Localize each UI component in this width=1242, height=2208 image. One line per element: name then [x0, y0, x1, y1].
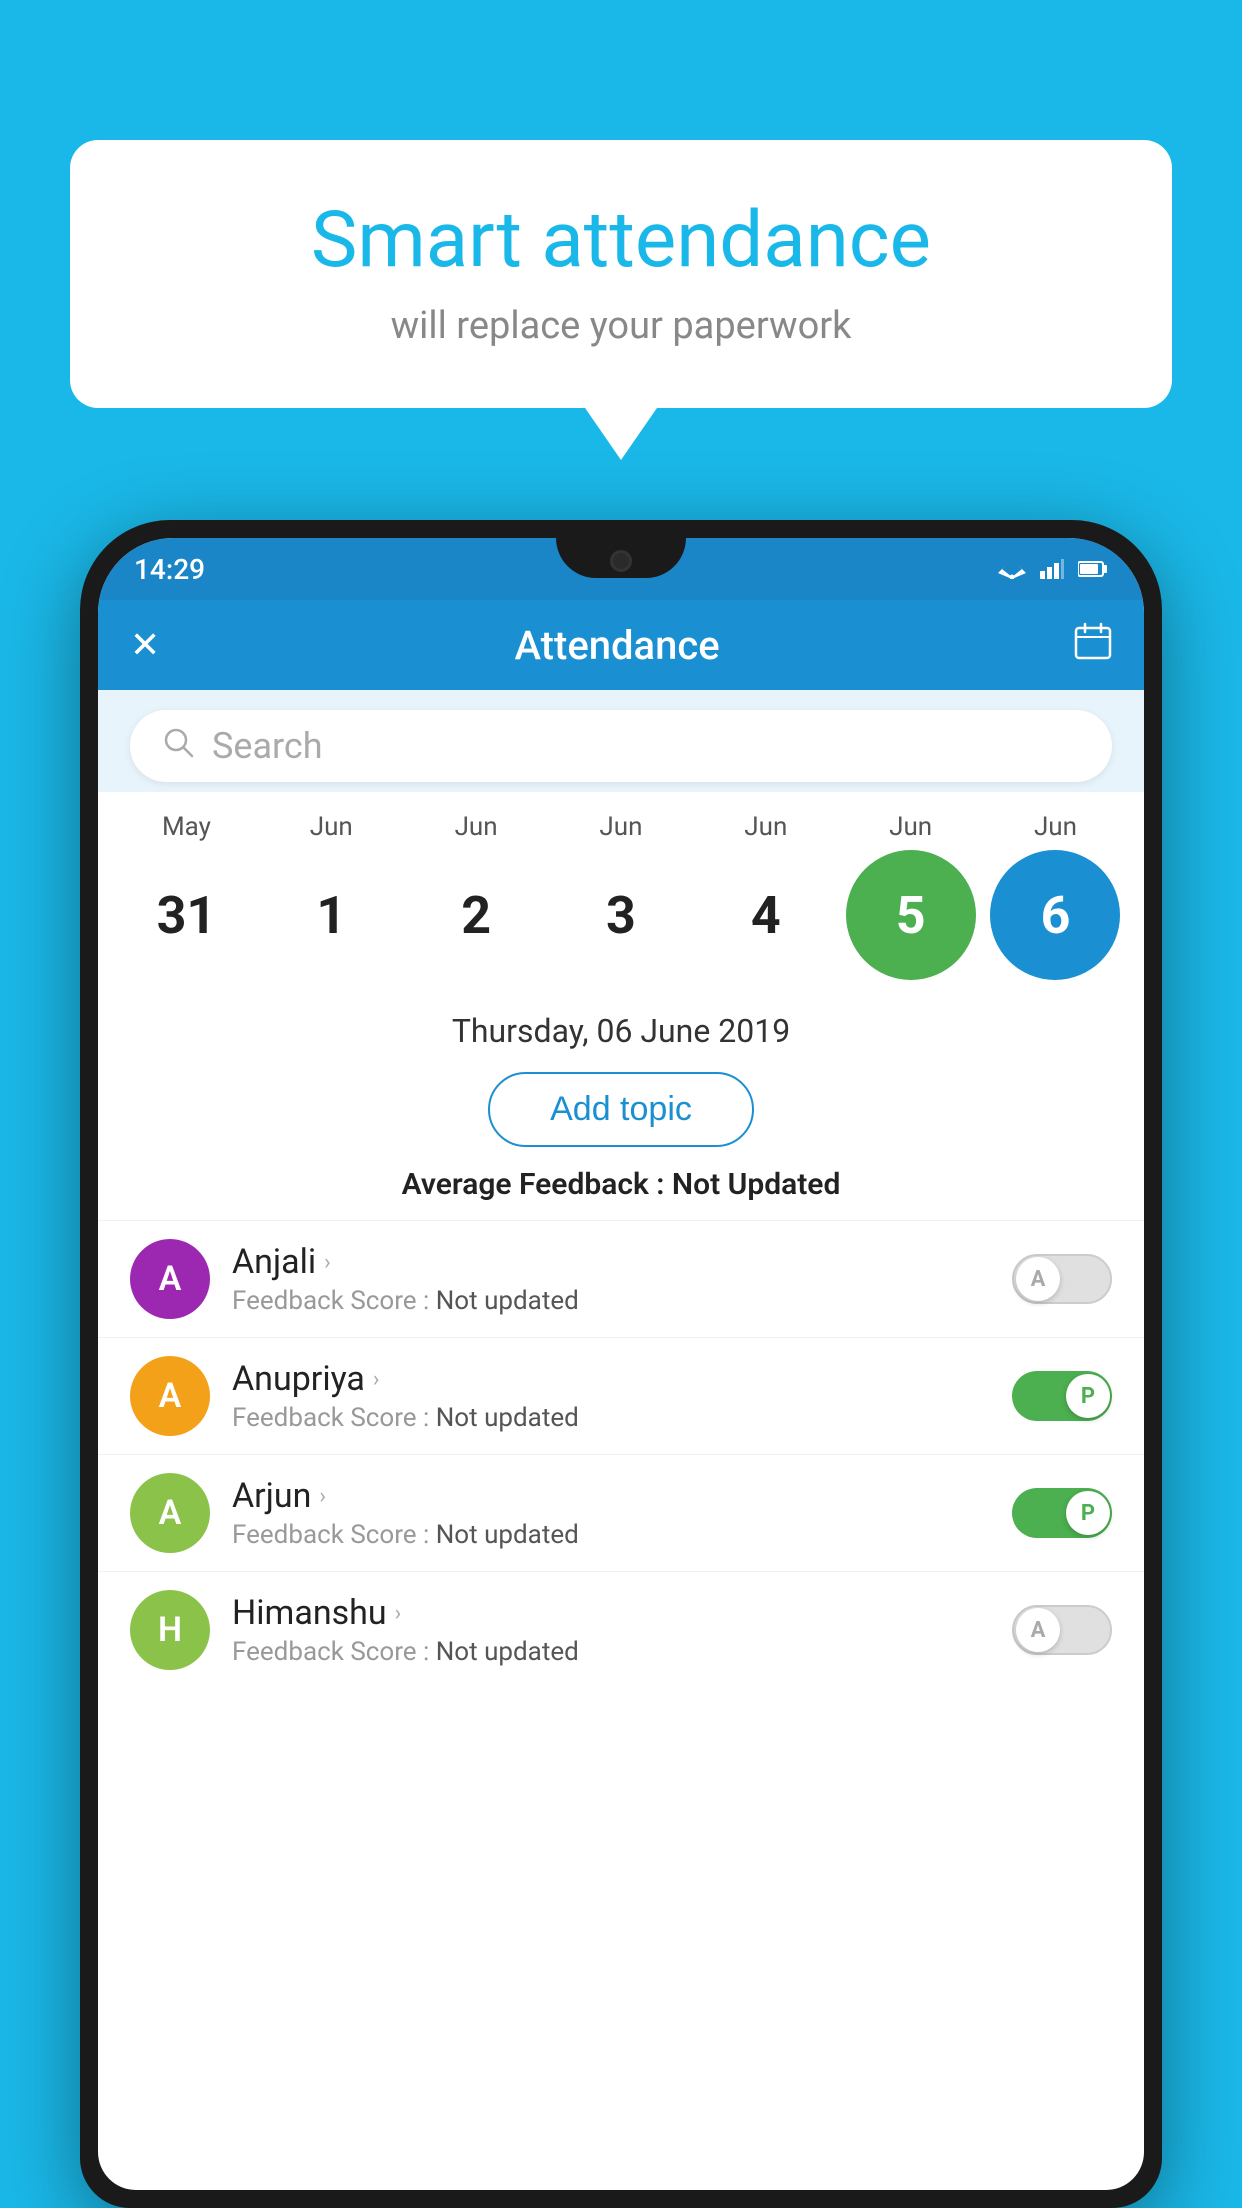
- calendar-button[interactable]: [1074, 622, 1112, 669]
- status-time: 14:29: [134, 553, 205, 586]
- search-icon: [162, 726, 194, 766]
- cal-month-4: Jun: [701, 812, 831, 842]
- toggle-knob: A: [1016, 1608, 1060, 1652]
- cal-day-3[interactable]: 3: [556, 850, 686, 980]
- avatar: A: [130, 1356, 210, 1436]
- cal-month-0: May: [121, 812, 251, 842]
- student-name: Himanshu ›: [232, 1593, 990, 1633]
- cal-day-2[interactable]: 2: [411, 850, 541, 980]
- attendance-toggle[interactable]: P: [1012, 1488, 1112, 1538]
- status-icons: [998, 559, 1108, 579]
- cal-month-2: Jun: [411, 812, 541, 842]
- phone-notch: [556, 538, 686, 578]
- student-feedback: Feedback Score : Not updated: [232, 1520, 990, 1550]
- attendance-toggle[interactable]: P: [1012, 1371, 1112, 1421]
- cal-day-5[interactable]: 5: [846, 850, 976, 980]
- student-info[interactable]: Arjun › Feedback Score : Not updated: [232, 1476, 990, 1550]
- toggle-knob: P: [1066, 1491, 1110, 1535]
- search-container: Search: [98, 690, 1144, 792]
- app-bar: ✕ Attendance: [98, 600, 1144, 690]
- student-name: Anjali ›: [232, 1242, 990, 1282]
- avatar: H: [130, 1590, 210, 1670]
- average-feedback: Average Feedback : Not Updated: [98, 1163, 1144, 1220]
- student-info[interactable]: Anupriya › Feedback Score : Not updated: [232, 1359, 990, 1433]
- speech-bubble: Smart attendance will replace your paper…: [70, 140, 1172, 408]
- add-topic-container: Add topic: [98, 1062, 1144, 1163]
- search-placeholder: Search: [212, 725, 323, 767]
- attendance-toggle[interactable]: A: [1012, 1605, 1112, 1655]
- add-topic-button[interactable]: Add topic: [488, 1072, 754, 1147]
- avatar: A: [130, 1473, 210, 1553]
- feedback-value: Not updated: [436, 1403, 579, 1433]
- chevron-right-icon: ›: [395, 1601, 402, 1626]
- student-info[interactable]: Anjali › Feedback Score : Not updated: [232, 1242, 990, 1316]
- student-feedback: Feedback Score : Not updated: [232, 1637, 990, 1667]
- student-info[interactable]: Himanshu › Feedback Score : Not updated: [232, 1593, 990, 1667]
- student-name: Anupriya ›: [232, 1359, 990, 1399]
- battery-icon: [1078, 560, 1108, 578]
- toggle-knob: A: [1016, 1257, 1060, 1301]
- student-feedback: Feedback Score : Not updated: [232, 1403, 990, 1433]
- chevron-right-icon: ›: [373, 1367, 380, 1392]
- search-bar[interactable]: Search: [130, 710, 1112, 782]
- bubble-title: Smart attendance: [130, 195, 1112, 286]
- phone-screen: 14:29: [98, 538, 1144, 2190]
- cal-month-3: Jun: [556, 812, 686, 842]
- toggle-knob: P: [1066, 1374, 1110, 1418]
- list-item: A Anjali › Feedback Score : Not updated …: [98, 1220, 1144, 1337]
- avg-feedback-value: Not Updated: [672, 1167, 840, 1202]
- phone-frame: 14:29: [80, 520, 1162, 2208]
- attendance-toggle[interactable]: A: [1012, 1254, 1112, 1304]
- calendar-days: 31 1 2 3 4 5 6: [114, 850, 1128, 980]
- calendar-section: May Jun Jun Jun Jun Jun Jun 31 1 2 3 4 5…: [98, 792, 1144, 990]
- date-display: Thursday, 06 June 2019: [98, 990, 1144, 1062]
- cal-day-1[interactable]: 1: [266, 850, 396, 980]
- feedback-value: Not updated: [436, 1286, 579, 1316]
- cal-month-5: Jun: [846, 812, 976, 842]
- wifi-icon: [998, 559, 1026, 579]
- app-title: Attendance: [160, 622, 1074, 669]
- student-name: Arjun ›: [232, 1476, 990, 1516]
- student-list: A Anjali › Feedback Score : Not updated …: [98, 1220, 1144, 1688]
- chevron-right-icon: ›: [324, 1250, 331, 1275]
- feedback-value: Not updated: [436, 1520, 579, 1550]
- avg-feedback-label: Average Feedback :: [402, 1167, 672, 1202]
- student-feedback: Feedback Score : Not updated: [232, 1286, 990, 1316]
- signal-icon: [1040, 559, 1064, 579]
- list-item: A Anupriya › Feedback Score : Not update…: [98, 1337, 1144, 1454]
- bubble-subtitle: will replace your paperwork: [130, 304, 1112, 348]
- cal-month-1: Jun: [266, 812, 396, 842]
- cal-day-6[interactable]: 6: [990, 850, 1120, 980]
- avatar: A: [130, 1239, 210, 1319]
- feedback-value: Not updated: [436, 1637, 579, 1667]
- chevron-right-icon: ›: [319, 1484, 326, 1509]
- list-item: H Himanshu › Feedback Score : Not update…: [98, 1571, 1144, 1688]
- cal-month-6: Jun: [990, 812, 1120, 842]
- list-item: A Arjun › Feedback Score : Not updated P: [98, 1454, 1144, 1571]
- cal-day-4[interactable]: 4: [701, 850, 831, 980]
- cal-day-31[interactable]: 31: [121, 850, 251, 980]
- camera: [610, 550, 632, 572]
- calendar-months: May Jun Jun Jun Jun Jun Jun: [114, 812, 1128, 842]
- close-button[interactable]: ✕: [130, 624, 160, 666]
